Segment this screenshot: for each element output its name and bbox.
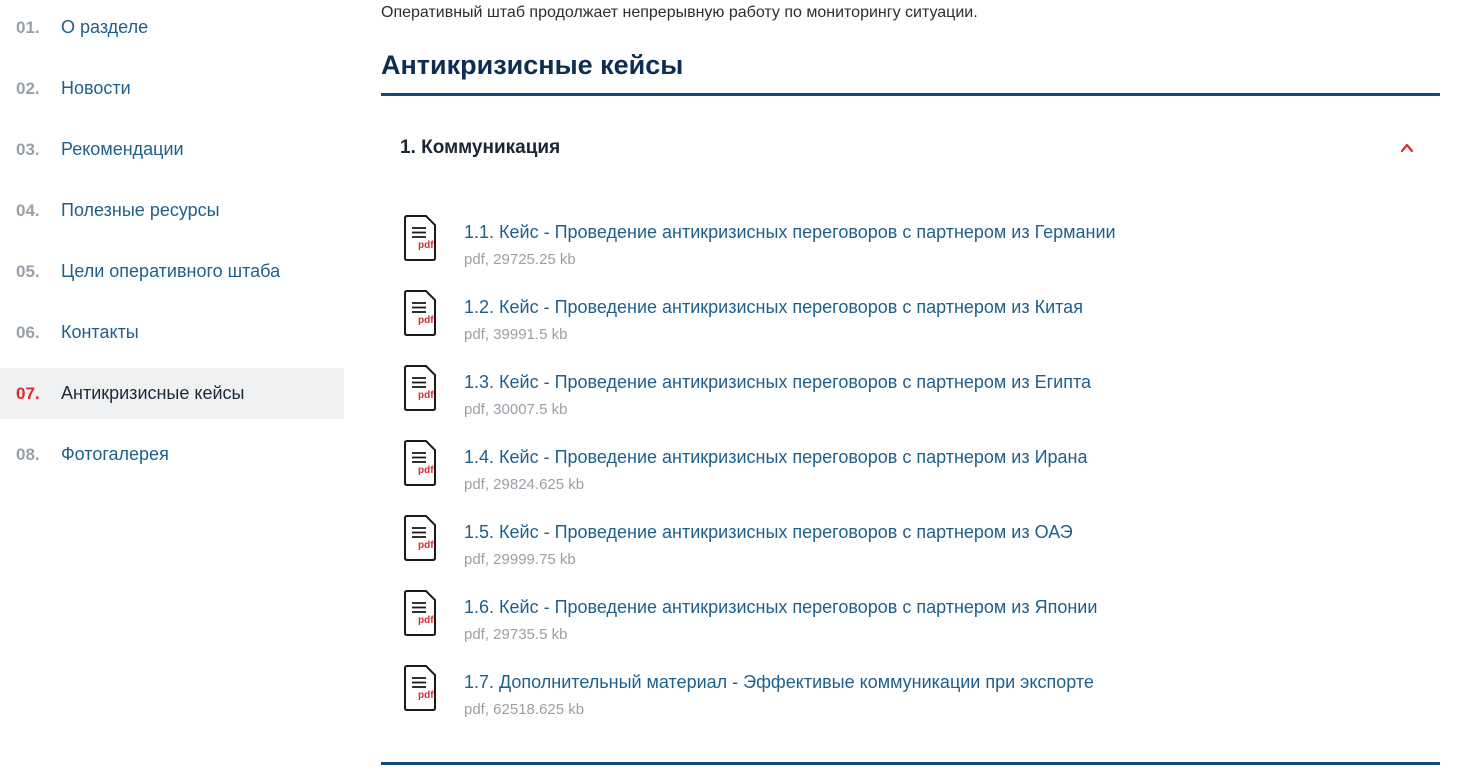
file-info: 1.7. Дополнительный материал - Эффективы… xyxy=(464,664,1094,739)
sidebar-item-news[interactable]: 02. Новости xyxy=(0,63,344,114)
section-divider-bottom xyxy=(381,762,1440,765)
file-meta: pdf, 30007.5 kb xyxy=(464,401,568,418)
sidebar-item-number: 05. xyxy=(16,261,40,281)
file-item: pdf 1.4. Кейс - Проведение антикризисных… xyxy=(381,439,1116,514)
file-info: 1.6. Кейс - Проведение антикризисных пер… xyxy=(464,589,1097,664)
file-info: 1.3. Кейс - Проведение антикризисных пер… xyxy=(464,364,1091,439)
accordion-title: 1. Коммуникация xyxy=(400,137,561,158)
file-link[interactable]: 1.4. Кейс - Проведение антикризисных пер… xyxy=(464,447,1088,468)
pdf-file-icon[interactable]: pdf xyxy=(403,514,439,562)
file-item: pdf 1.5. Кейс - Проведение антикризисных… xyxy=(381,514,1116,589)
sidebar-item-number: 03. xyxy=(16,139,40,159)
file-info: 1.1. Кейс - Проведение антикризисных пер… xyxy=(464,214,1116,289)
sidebar-item-label: Контакты xyxy=(61,322,139,342)
sidebar-item-about[interactable]: 01. О разделе xyxy=(0,2,344,53)
page-title: Антикризисные кейсы xyxy=(381,50,684,80)
file-list: pdf 1.1. Кейс - Проведение антикризисных… xyxy=(381,214,1116,739)
file-info: 1.5. Кейс - Проведение антикризисных пер… xyxy=(464,514,1073,589)
file-link[interactable]: 1.3. Кейс - Проведение антикризисных пер… xyxy=(464,372,1091,393)
sidebar-item-recommendations[interactable]: 03. Рекомендации xyxy=(0,124,344,175)
pdf-file-icon[interactable]: pdf xyxy=(403,589,439,637)
chevron-up-icon[interactable] xyxy=(1400,141,1414,155)
file-meta: pdf, 29725.25 kb xyxy=(464,251,576,268)
pdf-label: pdf xyxy=(418,690,434,701)
pdf-label: pdf xyxy=(418,540,434,551)
pdf-label: pdf xyxy=(418,465,434,476)
sidebar-item-goals[interactable]: 05. Цели оперативного штаба xyxy=(0,246,344,297)
sidebar-item-useful-resources[interactable]: 04. Полезные ресурсы xyxy=(0,185,344,236)
file-link[interactable]: 1.6. Кейс - Проведение антикризисных пер… xyxy=(464,597,1097,618)
sidebar-item-contacts[interactable]: 06. Контакты xyxy=(0,307,344,358)
sidebar-item-number: 06. xyxy=(16,322,40,342)
pdf-file-icon[interactable]: pdf xyxy=(403,439,439,487)
pdf-label: pdf xyxy=(418,615,434,626)
sidebar-item-number: 01. xyxy=(16,17,40,37)
sidebar-item-label: Фотогалерея xyxy=(61,444,169,464)
file-item: pdf 1.7. Дополнительный материал - Эффек… xyxy=(381,664,1116,739)
intro-text: Оперативный штаб продолжает непрерывную … xyxy=(381,4,978,21)
pdf-file-icon[interactable]: pdf xyxy=(403,364,439,412)
pdf-file-icon[interactable]: pdf xyxy=(403,289,439,337)
pdf-file-icon[interactable]: pdf xyxy=(403,664,439,712)
pdf-label: pdf xyxy=(418,315,434,326)
sidebar-nav: 01. О разделе 02. Новости 03. Рекомендац… xyxy=(0,2,344,490)
sidebar-item-number: 02. xyxy=(16,78,40,98)
file-item: pdf 1.1. Кейс - Проведение антикризисных… xyxy=(381,214,1116,289)
pdf-label: pdf xyxy=(418,240,434,251)
sidebar-item-label: Цели оперативного штаба xyxy=(61,261,281,281)
sidebar-item-number: 07. xyxy=(16,383,40,403)
sidebar-item-label: Рекомендации xyxy=(61,139,184,159)
file-link[interactable]: 1.7. Дополнительный материал - Эффективы… xyxy=(464,672,1094,693)
sidebar-item-label: О разделе xyxy=(61,17,149,37)
file-item: pdf 1.3. Кейс - Проведение антикризисных… xyxy=(381,364,1116,439)
file-item: pdf 1.6. Кейс - Проведение антикризисных… xyxy=(381,589,1116,664)
file-meta: pdf, 29999.75 kb xyxy=(464,551,576,568)
sidebar-item-label: Антикризисные кейсы xyxy=(61,383,245,403)
file-meta: pdf, 29735.5 kb xyxy=(464,626,568,643)
sidebar-item-label: Полезные ресурсы xyxy=(61,200,220,220)
sidebar-item-number: 04. xyxy=(16,200,40,220)
pdf-label: pdf xyxy=(418,390,434,401)
file-info: 1.2. Кейс - Проведение антикризисных пер… xyxy=(464,289,1083,364)
file-link[interactable]: 1.1. Кейс - Проведение антикризисных пер… xyxy=(464,222,1116,243)
sidebar-item-number: 08. xyxy=(16,444,40,464)
file-info: 1.4. Кейс - Проведение антикризисных пер… xyxy=(464,439,1088,514)
accordion-header-communication[interactable]: 1. Коммуникация xyxy=(381,122,1440,174)
pdf-file-icon[interactable]: pdf xyxy=(403,214,439,262)
section-divider xyxy=(381,93,1440,96)
file-link[interactable]: 1.2. Кейс - Проведение антикризисных пер… xyxy=(464,297,1083,318)
file-item: pdf 1.2. Кейс - Проведение антикризисных… xyxy=(381,289,1116,364)
sidebar-item-anticrisis-cases[interactable]: 07. Антикризисные кейсы xyxy=(0,368,344,419)
file-meta: pdf, 39991.5 kb xyxy=(464,326,568,343)
file-link[interactable]: 1.5. Кейс - Проведение антикризисных пер… xyxy=(464,522,1073,543)
file-meta: pdf, 29824.625 kb xyxy=(464,476,585,493)
sidebar-item-label: Новости xyxy=(61,78,131,98)
file-meta: pdf, 62518.625 kb xyxy=(464,701,585,718)
sidebar-item-photo-gallery[interactable]: 08. Фотогалерея xyxy=(0,429,344,480)
